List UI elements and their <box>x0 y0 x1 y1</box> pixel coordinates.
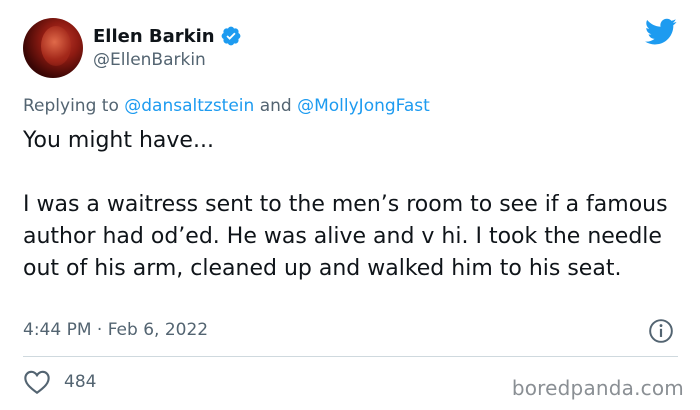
author-name-row: Ellen Barkin <box>93 24 242 48</box>
mention-link[interactable]: @dansaltzstein <box>124 96 254 116</box>
avatar[interactable] <box>23 18 83 78</box>
user-handle[interactable]: @EllenBarkin <box>93 50 206 70</box>
info-icon[interactable] <box>648 318 674 344</box>
replying-prefix: Replying to <box>23 96 125 116</box>
mention-link[interactable]: @MollyJongFast <box>297 96 430 116</box>
heart-icon[interactable] <box>23 369 51 395</box>
replying-joiner: and <box>254 96 298 116</box>
watermark-logo: boredpanda.com <box>511 376 684 400</box>
verified-badge-icon <box>221 26 241 46</box>
tweet-timestamp[interactable]: 4:44 PM · Feb 6, 2022 <box>23 320 208 340</box>
twitter-bird-icon[interactable] <box>645 18 677 46</box>
replying-to: Replying to @dansaltzstein and @MollyJon… <box>23 96 430 116</box>
tweet-text: You might have... I was a waitress sent … <box>23 128 668 281</box>
divider <box>23 356 678 357</box>
like-count: 484 <box>64 372 97 392</box>
display-name[interactable]: Ellen Barkin <box>93 26 215 47</box>
tweet-card: Ellen Barkin @EllenBarkin Replying to @d… <box>0 0 700 410</box>
